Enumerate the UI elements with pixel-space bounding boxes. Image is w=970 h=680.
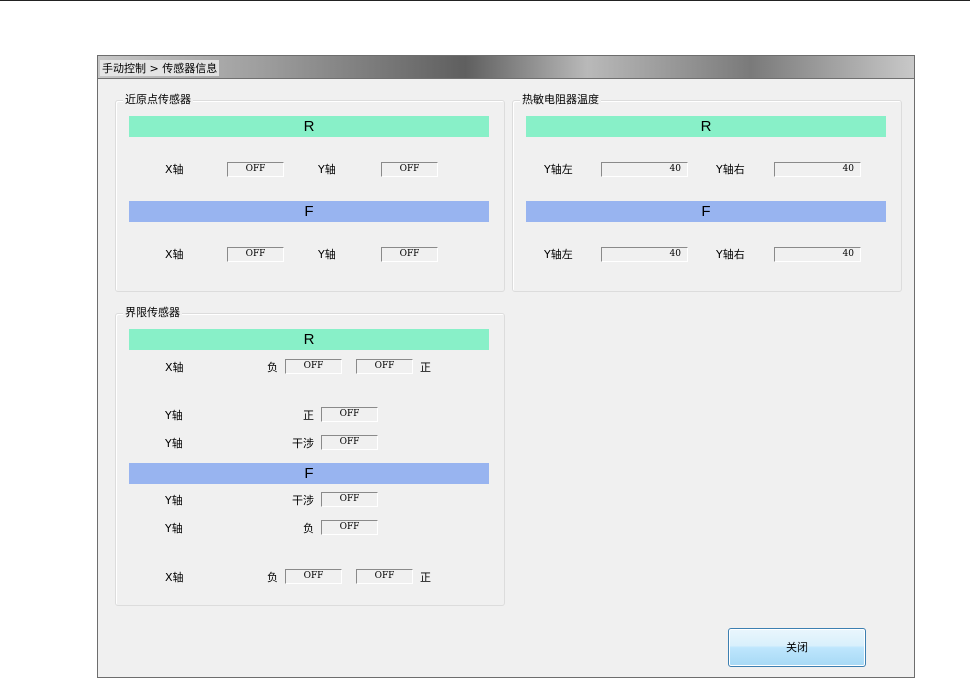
limit-r-y1-label: Y轴 bbox=[165, 409, 183, 422]
sensor-info-window: 手动控制 > 传感器信息 近原点传感器 R X轴 OFF Y轴 OFF F X轴… bbox=[97, 55, 915, 678]
limit-r-x-neg-value: OFF bbox=[285, 359, 342, 374]
limit-f-y1-value: OFF bbox=[321, 492, 378, 507]
thermistor-group: 热敏电阻器温度 R Y轴左 40 Y轴右 40 F Y轴左 40 Y轴右 40 bbox=[512, 93, 902, 292]
near-origin-r-header: R bbox=[129, 116, 489, 137]
limit-f-x-neg-value: OFF bbox=[285, 569, 342, 584]
thermistor-r-right-value: 40 bbox=[774, 162, 861, 177]
limit-r-y2-state-label: 干涉 bbox=[292, 437, 314, 450]
top-divider bbox=[0, 0, 970, 1]
limit-r-y1-state-label: 正 bbox=[303, 409, 314, 422]
limit-f-y1-state-label: 干涉 bbox=[292, 494, 314, 507]
limit-r-x-neg-label: 负 bbox=[267, 361, 278, 374]
limit-r-y1-value: OFF bbox=[321, 407, 378, 422]
near-origin-f-y-label: Y轴 bbox=[318, 248, 336, 261]
window-title: 手动控制 > 传感器信息 bbox=[100, 60, 220, 76]
limit-sensor-group: 界限传感器 R X轴 负 OFF OFF 正 Y轴 正 OFF Y轴 干涉 OF… bbox=[115, 306, 505, 606]
near-origin-r-y-label: Y轴 bbox=[318, 163, 336, 176]
thermistor-f-left-label: Y轴左 bbox=[544, 248, 573, 261]
near-origin-r-x-value: OFF bbox=[227, 162, 284, 177]
near-origin-f-x-label: X轴 bbox=[165, 248, 184, 261]
limit-f-y2-value: OFF bbox=[321, 520, 378, 535]
limit-f-header: F bbox=[129, 463, 489, 484]
limit-r-x-label: X轴 bbox=[165, 361, 184, 374]
near-origin-group: 近原点传感器 R X轴 OFF Y轴 OFF F X轴 OFF Y轴 OFF bbox=[115, 93, 505, 292]
close-button[interactable]: 关闭 bbox=[728, 628, 866, 667]
limit-sensor-title: 界限传感器 bbox=[123, 306, 182, 320]
limit-r-y2-value: OFF bbox=[321, 435, 378, 450]
limit-r-x-pos-label: 正 bbox=[420, 361, 431, 374]
thermistor-r-header: R bbox=[526, 116, 886, 137]
near-origin-f-header: F bbox=[129, 201, 489, 222]
limit-f-x-label: X轴 bbox=[165, 571, 184, 584]
limit-r-x-pos-value: OFF bbox=[356, 359, 413, 374]
near-origin-f-x-value: OFF bbox=[227, 247, 284, 262]
limit-f-y2-state-label: 负 bbox=[303, 522, 314, 535]
thermistor-r-left-label: Y轴左 bbox=[544, 163, 573, 176]
thermistor-f-left-value: 40 bbox=[601, 247, 688, 262]
thermistor-f-right-value: 40 bbox=[774, 247, 861, 262]
thermistor-r-left-value: 40 bbox=[601, 162, 688, 177]
limit-f-y1-label: Y轴 bbox=[165, 494, 183, 507]
thermistor-f-right-label: Y轴右 bbox=[716, 248, 745, 261]
limit-f-x-pos-value: OFF bbox=[356, 569, 413, 584]
limit-r-header: R bbox=[129, 329, 489, 350]
limit-f-y2-label: Y轴 bbox=[165, 522, 183, 535]
title-bar: 手动控制 > 传感器信息 bbox=[98, 56, 914, 79]
limit-r-y2-label: Y轴 bbox=[165, 437, 183, 450]
near-origin-r-x-label: X轴 bbox=[165, 163, 184, 176]
limit-f-x-neg-label: 负 bbox=[267, 571, 278, 584]
thermistor-f-header: F bbox=[526, 201, 886, 222]
near-origin-f-y-value: OFF bbox=[381, 247, 438, 262]
near-origin-r-y-value: OFF bbox=[381, 162, 438, 177]
limit-f-x-pos-label: 正 bbox=[420, 571, 431, 584]
thermistor-r-right-label: Y轴右 bbox=[716, 163, 745, 176]
near-origin-title: 近原点传感器 bbox=[123, 93, 193, 107]
thermistor-title: 热敏电阻器温度 bbox=[520, 93, 601, 107]
